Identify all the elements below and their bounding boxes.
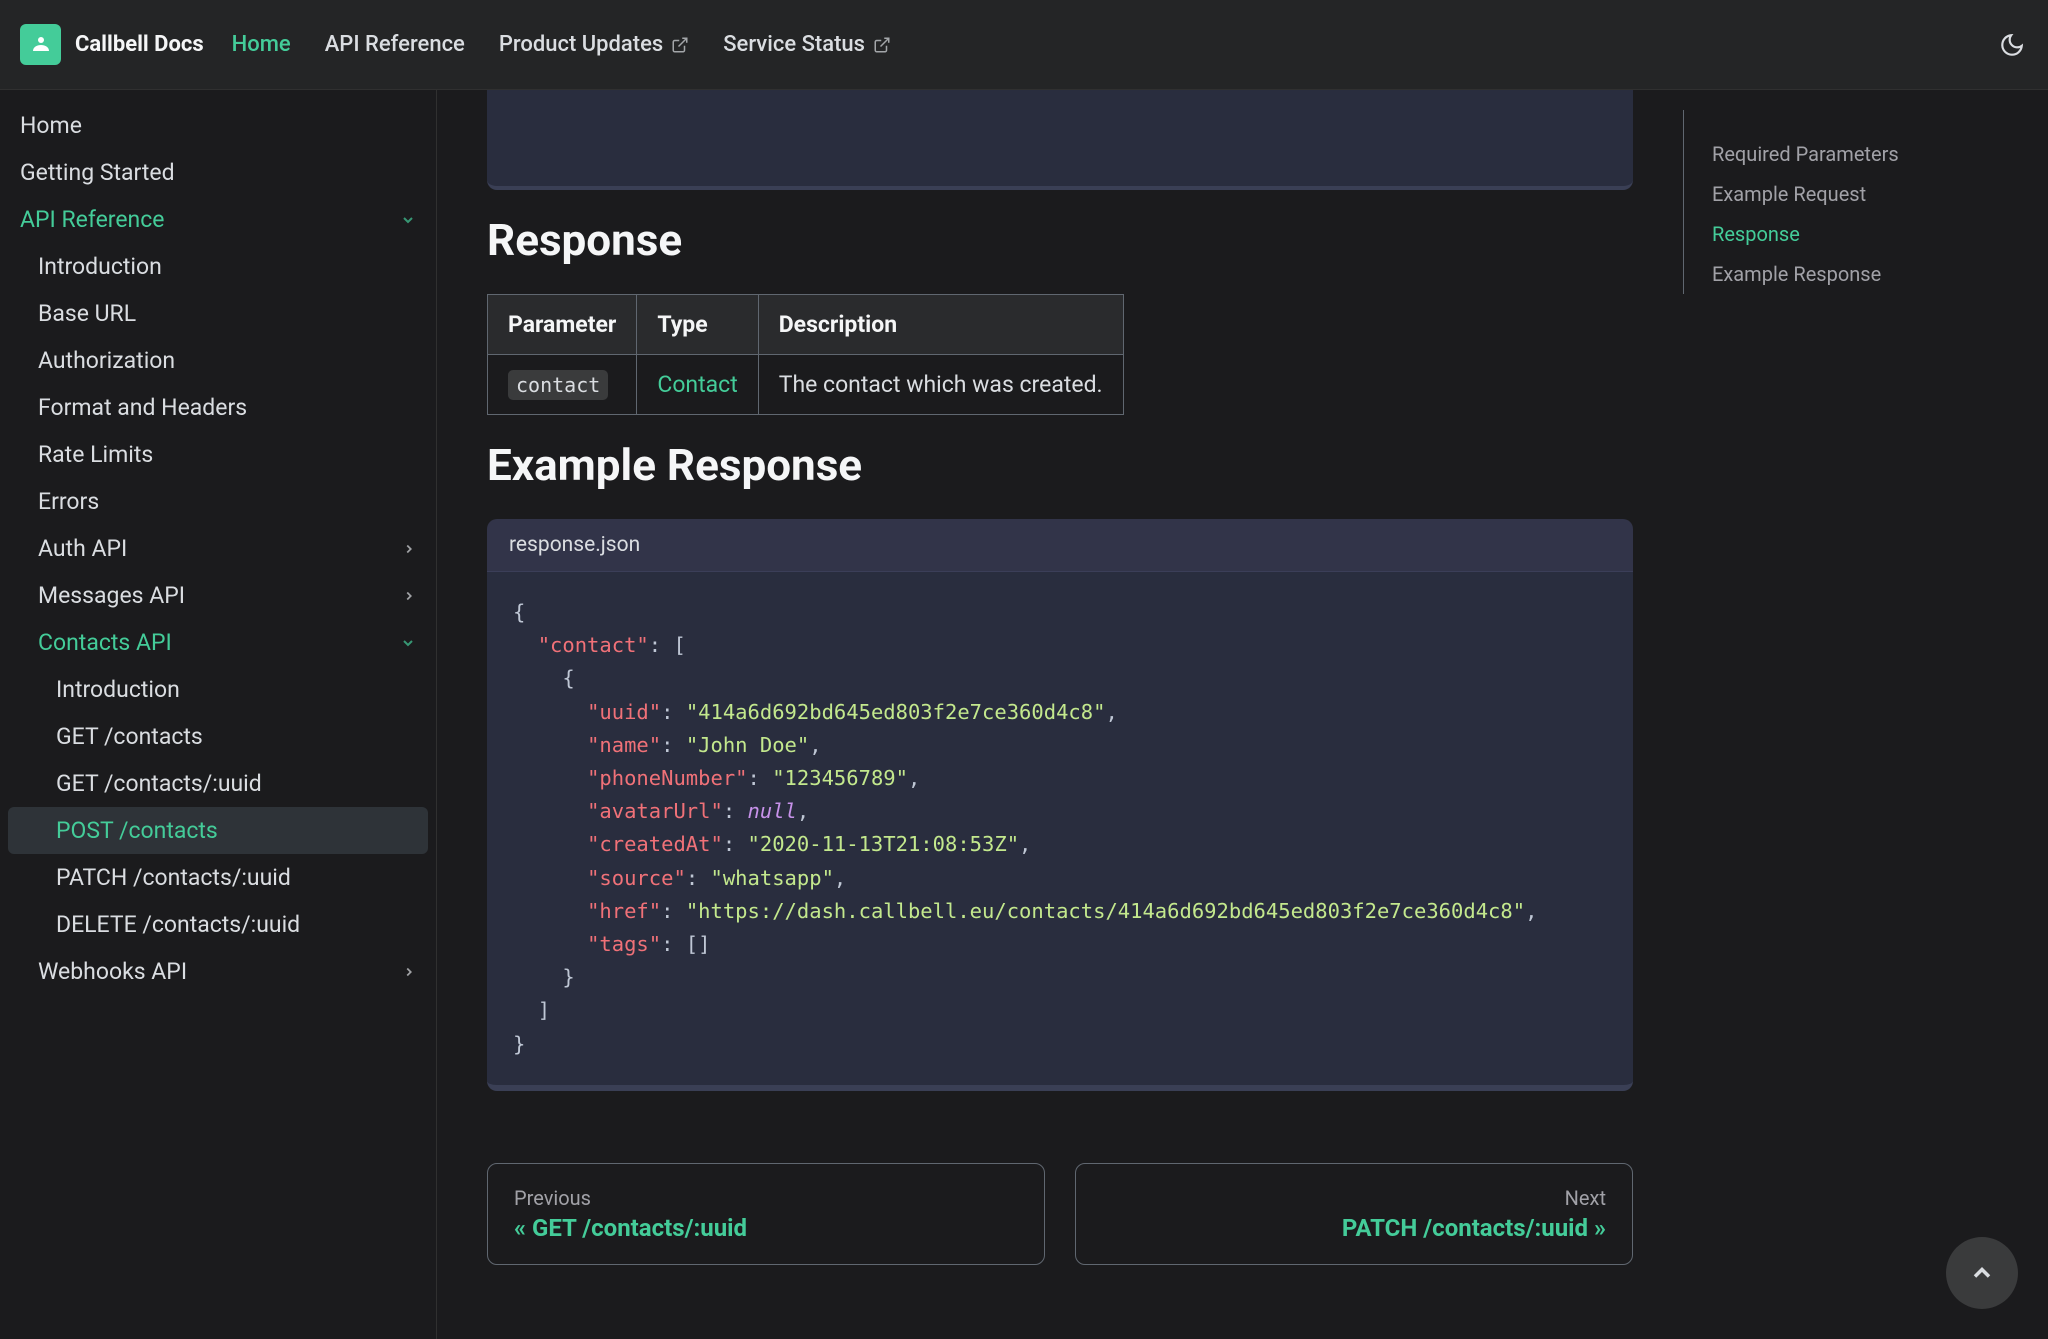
example-response-block: response.json { "contact": [ { "uuid": "… bbox=[487, 519, 1633, 1091]
moon-icon bbox=[1999, 32, 2025, 58]
sidebar-resize-handle[interactable] bbox=[422, 90, 436, 1339]
response-table: Parameter Type Description contact Conta… bbox=[487, 294, 1124, 415]
sidebar-item-messages-api[interactable]: Messages API bbox=[8, 572, 428, 619]
toc-response[interactable]: Response bbox=[1712, 214, 2028, 254]
sidebar-item-label: Messages API bbox=[38, 582, 185, 609]
prev-title: « GET /contacts/:uuid bbox=[514, 1214, 1018, 1242]
nav-service-status[interactable]: Service Status bbox=[723, 32, 891, 57]
next-sub: Next bbox=[1565, 1186, 1606, 1210]
nav-link-label: Product Updates bbox=[499, 32, 663, 57]
sidebar-item-getting-started[interactable]: Getting Started bbox=[8, 149, 428, 196]
brand-logo[interactable] bbox=[20, 24, 61, 65]
param-code: contact bbox=[508, 370, 608, 400]
navbar: Callbell Docs Home API Reference Product… bbox=[0, 0, 2048, 90]
toc-example-response[interactable]: Example Response bbox=[1712, 254, 2028, 294]
sidebar-item-get-contacts-uuid[interactable]: GET /contacts/:uuid bbox=[8, 760, 428, 807]
scroll-to-top-button[interactable] bbox=[1946, 1237, 2018, 1309]
table-of-contents: Required Parameters Example Request Resp… bbox=[1683, 110, 2048, 294]
sidebar-item-home[interactable]: Home bbox=[8, 102, 428, 149]
sidebar-item-contacts-api[interactable]: Contacts API bbox=[8, 619, 428, 666]
brand-title[interactable]: Callbell Docs bbox=[75, 32, 204, 57]
request-code-block bbox=[487, 90, 1633, 190]
sidebar-item-authorization[interactable]: Authorization bbox=[8, 337, 428, 384]
pagination: Previous « GET /contacts/:uuid Next PATC… bbox=[487, 1163, 1633, 1265]
sidebar-item-label: Auth API bbox=[38, 535, 127, 562]
next-title: PATCH /contacts/:uuid » bbox=[1342, 1214, 1606, 1242]
main-content: Response Parameter Type Description cont… bbox=[437, 90, 1683, 1339]
th-type: Type bbox=[637, 295, 758, 355]
sidebar-item-post-contacts[interactable]: POST /contacts bbox=[8, 807, 428, 854]
response-heading: Response bbox=[487, 214, 1633, 266]
chevron-right-icon bbox=[402, 589, 416, 603]
sidebar-item-label: API Reference bbox=[20, 206, 164, 233]
sidebar-item-patch-contacts[interactable]: PATCH /contacts/:uuid bbox=[8, 854, 428, 901]
prev-page-link[interactable]: Previous « GET /contacts/:uuid bbox=[487, 1163, 1045, 1265]
sidebar-item-rate-limits[interactable]: Rate Limits bbox=[8, 431, 428, 478]
sidebar-item-base-url[interactable]: Base URL bbox=[8, 290, 428, 337]
sidebar-item-label: Contacts API bbox=[38, 629, 172, 656]
sidebar-item-api-reference[interactable]: API Reference bbox=[8, 196, 428, 243]
chevron-down-icon bbox=[400, 212, 416, 228]
table-row: contact Contact The contact which was cr… bbox=[488, 355, 1124, 415]
nav-api-reference[interactable]: API Reference bbox=[325, 32, 465, 57]
code-filename: response.json bbox=[487, 519, 1633, 572]
code-block[interactable]: { "contact": [ { "uuid": "414a6d692bd645… bbox=[487, 572, 1633, 1091]
sidebar-item-contacts-introduction[interactable]: Introduction bbox=[8, 666, 428, 713]
th-parameter: Parameter bbox=[488, 295, 637, 355]
theme-toggle[interactable] bbox=[1996, 29, 2028, 61]
sidebar-item-format-headers[interactable]: Format and Headers bbox=[8, 384, 428, 431]
sidebar-item-errors[interactable]: Errors bbox=[8, 478, 428, 525]
toc-required-parameters[interactable]: Required Parameters bbox=[1712, 134, 2028, 174]
external-link-icon bbox=[671, 36, 689, 54]
param-description: The contact which was created. bbox=[758, 355, 1123, 415]
sidebar-item-get-contacts[interactable]: GET /contacts bbox=[8, 713, 428, 760]
chevron-right-icon bbox=[402, 542, 416, 556]
nav-link-label: Service Status bbox=[723, 32, 865, 57]
next-page-link[interactable]: Next PATCH /contacts/:uuid » bbox=[1075, 1163, 1633, 1265]
chevron-down-icon bbox=[400, 635, 416, 651]
sidebar-item-webhooks-api[interactable]: Webhooks API bbox=[8, 948, 428, 995]
th-description: Description bbox=[758, 295, 1123, 355]
toc-example-request[interactable]: Example Request bbox=[1712, 174, 2028, 214]
chevron-right-icon bbox=[402, 965, 416, 979]
sidebar-item-auth-api[interactable]: Auth API bbox=[8, 525, 428, 572]
chevron-up-icon bbox=[1968, 1259, 1996, 1287]
sidebar-item-delete-contacts[interactable]: DELETE /contacts/:uuid bbox=[8, 901, 428, 948]
prev-sub: Previous bbox=[514, 1186, 1018, 1210]
type-link-contact[interactable]: Contact bbox=[657, 371, 737, 398]
nav-product-updates[interactable]: Product Updates bbox=[499, 32, 689, 57]
sidebar-item-introduction[interactable]: Introduction bbox=[8, 243, 428, 290]
nav-home[interactable]: Home bbox=[232, 32, 291, 57]
sidebar: Home Getting Started API Reference Intro… bbox=[0, 90, 437, 1339]
external-link-icon bbox=[873, 36, 891, 54]
sidebar-item-label: Webhooks API bbox=[38, 958, 187, 985]
example-response-heading: Example Response bbox=[487, 439, 1633, 491]
